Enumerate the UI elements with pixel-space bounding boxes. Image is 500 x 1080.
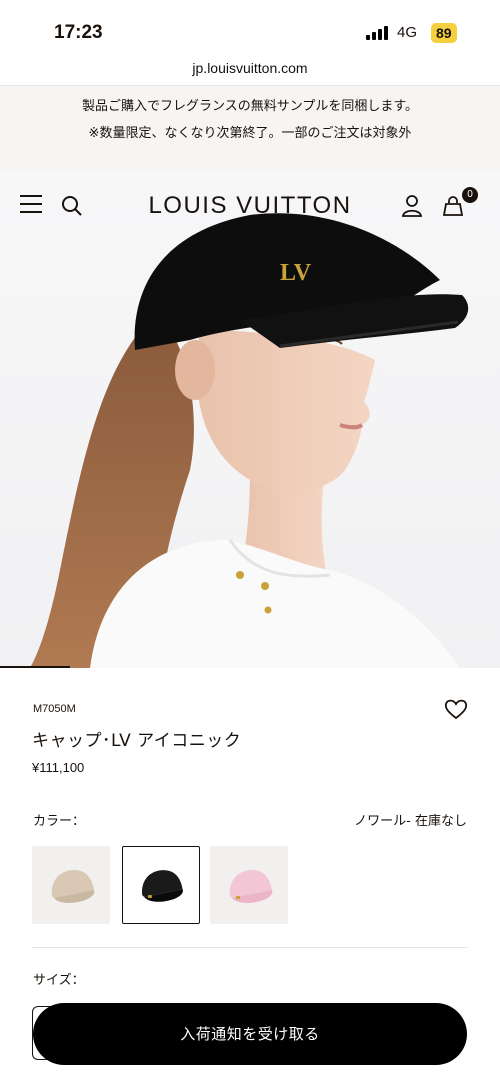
site-header: LOUIS VUITTON [0,170,500,240]
promo-line-1: 製品ご購入でフレグランスの無料サンプルを同梱します。 [81,99,419,114]
promo-line-2: ※数量限定、なくなり次第終了。一部のご注文は対象外 [88,126,412,141]
cap-thumbnail-pink [229,870,273,903]
product-name: キャップ･LV アイコニック [32,731,242,751]
brand-logo[interactable]: LOUIS VUITTON [0,192,500,220]
notify-restock-button[interactable]: 入荷通知を受け取る [33,1003,467,1065]
model-wearing-cap-illustration: LV [30,213,469,668]
product-price: ¥111,100 [32,760,85,775]
color-swatch-noir[interactable] [122,846,200,924]
product-sku: M7050M [33,703,76,715]
account-icon[interactable] [400,194,424,218]
battery-indicator: 89 [431,23,457,43]
color-swatch-beige[interactable] [32,846,110,924]
url-text: jp.louisvuitton.com [192,60,308,76]
network-type: 4G [397,24,418,41]
shopping-bag-icon[interactable] [441,194,465,218]
svg-text:LV: LV [280,260,312,286]
size-label: サイズ： [33,973,85,988]
color-label: カラー： [33,814,86,829]
status-bar: 17:23 4G 89 [0,0,500,56]
bag-count-badge: 0 [462,187,478,203]
promo-banner[interactable]: 製品ご購入でフレグランスの無料サンプルを同梱します。 ※数量限定、なくなり次第終… [0,86,500,170]
section-divider [32,947,468,948]
signal-icon [366,26,390,40]
color-status: ノワール- 在庫なし [354,814,467,829]
cap-thumbnail-noir [141,870,183,902]
color-swatch-pink[interactable] [210,846,288,924]
status-time: 17:23 [54,22,103,43]
cap-thumbnail-beige [51,870,95,903]
carousel-progress-bar [0,666,70,668]
heart-icon[interactable] [444,698,468,720]
url-bar[interactable]: jp.louisvuitton.com [0,56,500,86]
product-hero-image[interactable]: LV [0,170,500,668]
